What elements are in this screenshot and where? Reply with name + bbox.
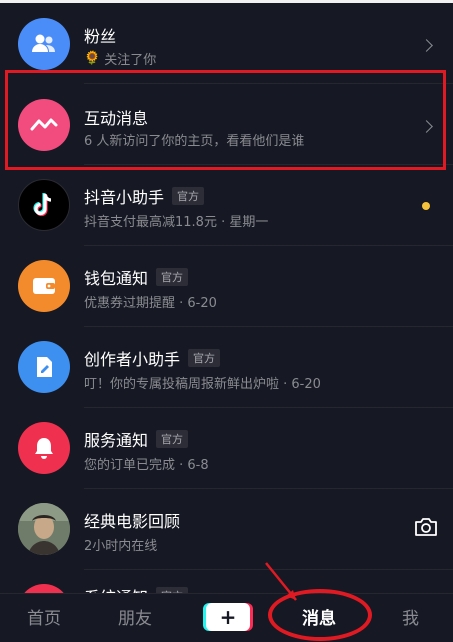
message-item-douyin-helper[interactable]: 抖音小助手 官方 抖音支付最高减11.8元 · 星期一: [0, 165, 453, 246]
official-badge: 官方: [156, 268, 189, 286]
tiktok-logo-icon: [18, 179, 70, 231]
create-button[interactable]: +: [206, 603, 250, 631]
wallet-icon: [18, 260, 70, 312]
message-title: 钱包通知: [84, 269, 149, 288]
annotation-highlight-box: [5, 70, 446, 170]
message-subtitle: 2小时内在线: [84, 539, 158, 554]
annotation-circle: [268, 589, 372, 641]
fans-icon: [18, 18, 70, 70]
message-title: 粉丝: [84, 27, 117, 46]
message-item-service[interactable]: 服务通知 官方 您的订单已完成 · 6-8: [0, 408, 453, 489]
tab-home[interactable]: 首页: [27, 604, 61, 629]
official-badge: 官方: [156, 430, 189, 448]
sunflower-icon: 🌻: [84, 51, 101, 66]
bell-icon: [18, 422, 70, 474]
tab-friends[interactable]: 朋友: [118, 604, 152, 629]
official-badge: 官方: [172, 187, 205, 205]
chevron-right-icon: [420, 39, 433, 52]
edit-icon: [18, 341, 70, 393]
user-avatar: [18, 503, 70, 555]
message-subtitle: 关注了你: [104, 53, 157, 68]
bottom-tab-bar: 首页 朋友 + 消息 我: [0, 593, 453, 642]
message-item-creator-helper[interactable]: 创作者小助手 官方 叮！你的专属投稿周报新鲜出炉啦 · 6-20: [0, 327, 453, 408]
plus-icon: +: [219, 605, 237, 629]
message-subtitle: 叮！你的专属投稿周报新鲜出炉啦 · 6-20: [84, 377, 321, 392]
message-subtitle: 您的订单已完成 · 6-8: [84, 458, 209, 473]
message-title: 创作者小助手: [84, 350, 181, 369]
message-title: 抖音小助手: [84, 188, 165, 207]
official-badge: 官方: [188, 349, 221, 367]
unread-dot: [422, 202, 430, 210]
message-subtitle: 优惠券过期提醒 · 6-20: [84, 296, 217, 311]
tab-me[interactable]: 我: [402, 604, 419, 629]
message-title: 服务通知: [84, 431, 149, 450]
message-item-classic-movies[interactable]: 经典电影回顾 2小时内在线: [0, 489, 453, 570]
camera-icon[interactable]: [413, 516, 439, 538]
message-subtitle: 抖音支付最高减11.8元 · 星期一: [84, 215, 269, 230]
message-item-wallet[interactable]: 钱包通知 官方 优惠券过期提醒 · 6-20: [0, 246, 453, 327]
message-title: 经典电影回顾: [84, 512, 181, 531]
